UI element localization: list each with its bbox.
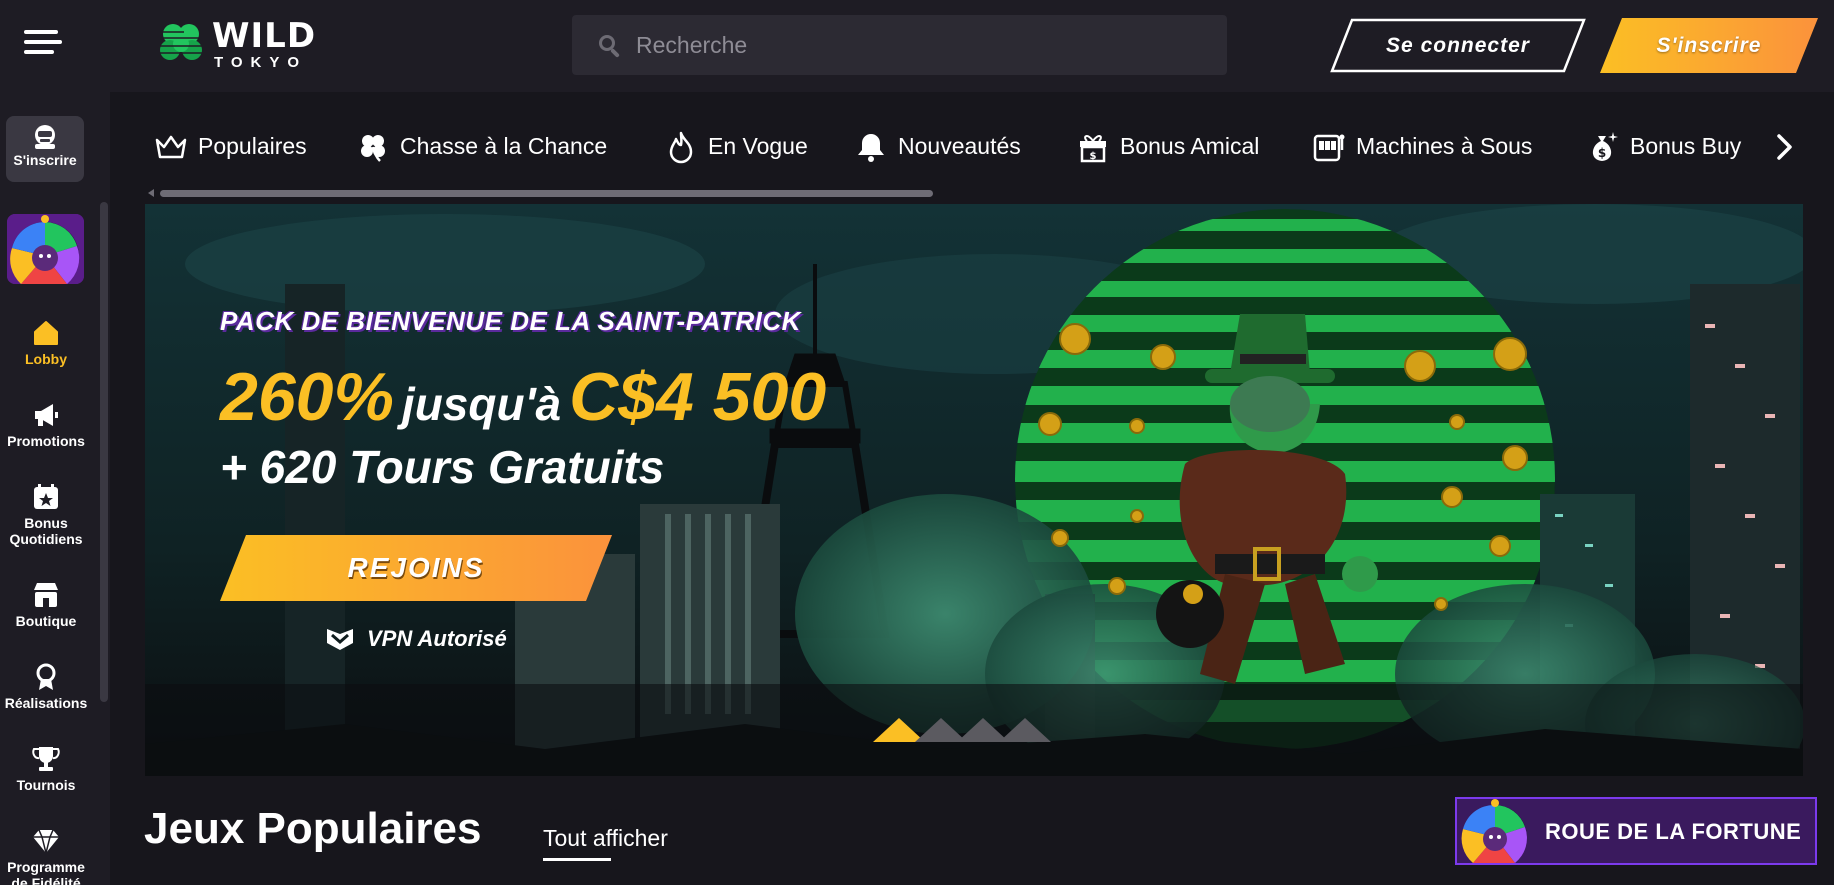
megaphone-icon xyxy=(35,404,58,426)
sidebar-item-label: Lobby xyxy=(25,351,67,367)
sidebar-item-daily-bonus[interactable]: Bonus Quotidiens xyxy=(0,482,92,547)
fortune-wheel-icon xyxy=(7,214,84,284)
banner-percent: 260% xyxy=(220,359,394,435)
casino-lobby-page: WILD TOKYO Se connecter xyxy=(0,0,1834,885)
category-label: Bonus Buy xyxy=(1630,133,1742,159)
promo-banner[interactable]: PACK DE BIENVENUE DE LA SAINT-PATRICK 26… xyxy=(145,204,1803,776)
banner-join-label: REJOINS xyxy=(347,552,485,583)
brand-logo[interactable]: WILD TOKYO xyxy=(156,18,315,72)
login-button[interactable]: Se connecter xyxy=(1330,18,1586,73)
category-label: Nouveautés xyxy=(898,133,1021,159)
top-header: WILD TOKYO Se connecter xyxy=(0,0,1834,92)
sidebar-item-label: Programme de Fidélité xyxy=(7,859,85,885)
sidebar-signup-button[interactable]: S'inscrire xyxy=(6,116,84,182)
signup-button[interactable]: S'inscrire xyxy=(1600,18,1818,73)
scroll-left-arrow[interactable] xyxy=(148,189,154,197)
signup-button-label: S'inscrire xyxy=(1656,34,1762,57)
search-input[interactable] xyxy=(636,15,1206,75)
sidebar-scrollbar[interactable] xyxy=(100,202,108,702)
chevron-right-icon[interactable] xyxy=(1774,132,1796,162)
category-label: Chasse à la Chance xyxy=(400,133,608,159)
bell-icon xyxy=(858,134,884,162)
sidebar-item-achievements[interactable]: Réalisations xyxy=(0,662,92,711)
category-label: Machines à Sous xyxy=(1356,133,1533,159)
crown-icon xyxy=(155,135,187,159)
login-button-label: Se connecter xyxy=(1386,34,1530,57)
fortune-wheel-icon xyxy=(1461,799,1527,863)
vpn-note-label: VPN Autorisé xyxy=(367,626,507,651)
banner-amount: C$4 500 xyxy=(569,359,827,435)
sidebar-item-lobby[interactable]: Lobby xyxy=(0,318,92,367)
flame-icon xyxy=(669,131,693,164)
banner-join-button[interactable]: REJOINS xyxy=(220,535,612,601)
category-bar: Populaires Chasse à la Chance En Vogue N… xyxy=(140,112,1800,182)
sidebar-item-label: Boutique xyxy=(15,613,77,629)
sidebar-item-label: Tournois xyxy=(16,777,76,793)
search-bar xyxy=(572,15,1227,75)
sidebar-item-label: Bonus Quotidiens xyxy=(9,515,83,547)
carousel-dot-4[interactable] xyxy=(999,718,1051,742)
home-icon xyxy=(34,321,58,345)
svg-text:$: $ xyxy=(1090,151,1097,162)
sidebar-item-shop[interactable]: Boutique xyxy=(0,580,92,629)
shop-icon xyxy=(34,583,58,607)
sidebar-item-tournaments[interactable]: Tournois xyxy=(0,744,92,793)
slot-machine-icon xyxy=(1313,134,1345,162)
clover-icon xyxy=(361,135,385,162)
banner-kicker: PACK DE BIENVENUE DE LA SAINT-PATRICK xyxy=(220,306,801,336)
see-all-underline xyxy=(543,858,611,861)
logo-wordmark: WILD xyxy=(212,16,317,56)
vpn-shield-icon xyxy=(327,629,353,650)
banner-headline: 260% jusqu'à C$4 500 xyxy=(220,358,826,436)
sidebar-item-label: Réalisations xyxy=(4,695,88,711)
section-title: Jeux Populaires xyxy=(144,804,482,853)
sidebar-item-loyalty[interactable]: Programme de Fidélité xyxy=(0,826,92,885)
search-icon xyxy=(599,35,620,58)
fortune-wheel-label: ROUE DE LA FORTUNE xyxy=(1545,819,1802,844)
clover-logo-icon xyxy=(160,24,202,60)
category-label: Populaires xyxy=(198,133,307,159)
banner-free-spins: + 620 Tours Gratuits xyxy=(220,441,665,493)
category-scrollbar-thumb[interactable] xyxy=(160,190,933,197)
carousel-indicators xyxy=(873,718,1053,748)
category-label: En Vogue xyxy=(708,133,808,159)
category-label: Bonus Amical xyxy=(1120,133,1260,159)
banner-connector: jusqu'à xyxy=(401,378,562,430)
calendar-star-icon xyxy=(34,484,58,509)
sidebar-item-label: Promotions xyxy=(7,433,85,449)
money-bag-icon: $ xyxy=(1592,132,1618,161)
see-all-link[interactable]: Tout afficher xyxy=(543,825,668,852)
gift-icon: $ xyxy=(1080,135,1106,163)
user-add-icon xyxy=(35,125,55,149)
menu-icon[interactable] xyxy=(24,30,62,60)
diamond-icon xyxy=(33,829,59,854)
svg-text:$: $ xyxy=(1598,146,1606,160)
fortune-wheel-banner[interactable]: ROUE DE LA FORTUNE xyxy=(1455,797,1817,865)
logo-subtitle: TOKYO xyxy=(214,54,308,71)
sidebar-signup-label: S'inscrire xyxy=(13,152,77,168)
ribbon-icon xyxy=(36,663,56,690)
sidebar-fortune-wheel[interactable] xyxy=(7,214,84,284)
trophy-icon xyxy=(32,747,60,771)
sidebar-item-promotions[interactable]: Promotions xyxy=(0,400,92,449)
